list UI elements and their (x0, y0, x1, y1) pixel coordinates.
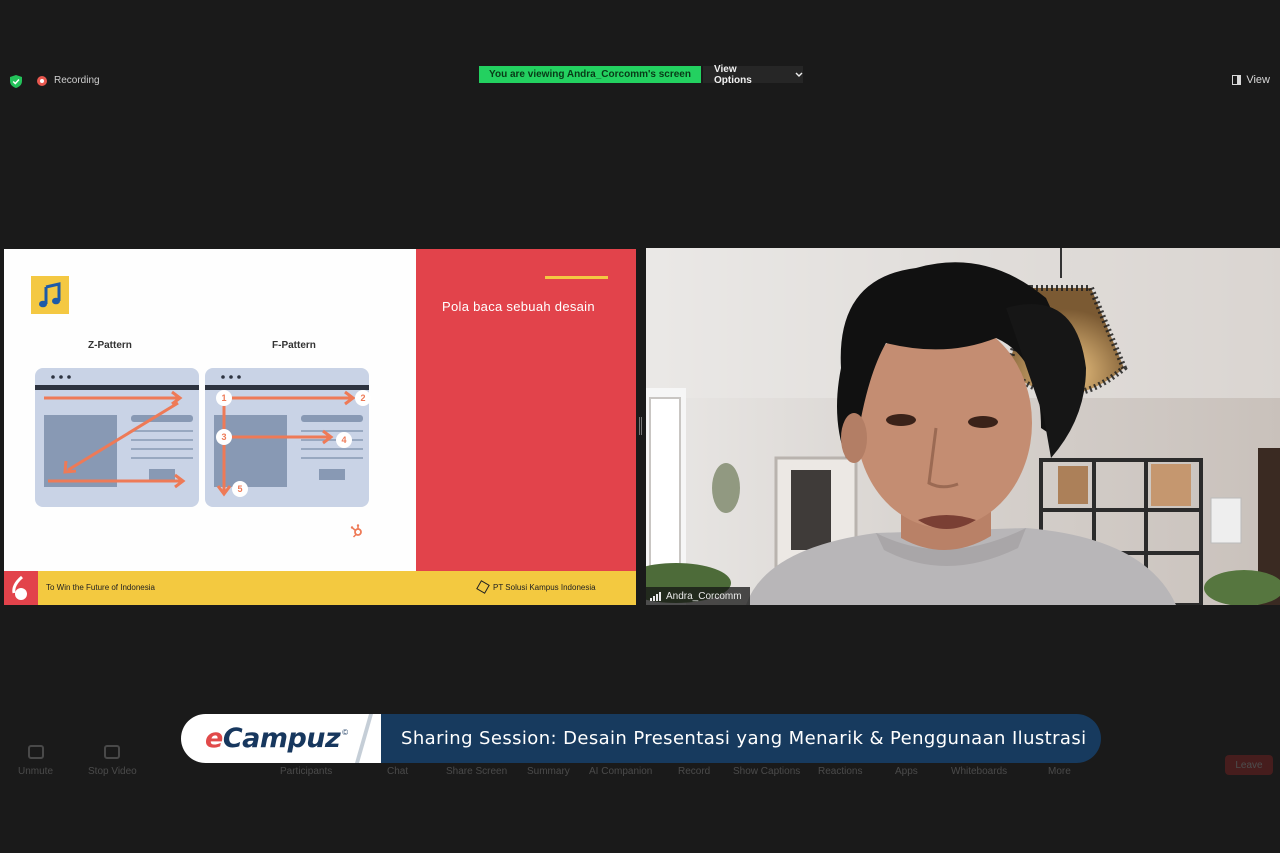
participants-label: Participants (280, 766, 333, 777)
view-label: View (1246, 74, 1270, 86)
recording-indicator[interactable]: Recording (37, 75, 100, 86)
stop-video-label: Stop Video (88, 766, 137, 777)
slide-panel-title: Pola baca sebuah desain (442, 299, 595, 314)
view-options-label: View Options (714, 63, 752, 86)
f-step-1: 1 (221, 393, 226, 403)
whiteboards-label: Whiteboards (951, 766, 1008, 777)
footer-tagline: To Win the Future of Indonesia (46, 583, 155, 592)
signal-bars-icon (650, 591, 661, 601)
view-options-button[interactable]: View Options (703, 63, 803, 86)
banner-title-bar: Sharing Session: Desain Presentasi yang … (361, 714, 1101, 763)
z-window-titlebar (35, 385, 199, 390)
z-image-block (44, 415, 117, 487)
shared-screen-slide: Z-Pattern F-Pattern 1 2 3 4 5 Pola baca … (4, 249, 636, 605)
recording-label: Recording (54, 75, 100, 86)
reading-pattern-diagram: 1 2 3 4 5 (35, 368, 371, 507)
footer-company-name: PT Solusi Kampus Indonesia (493, 582, 596, 592)
slide-footer: To Win the Future of Indonesia PT Solusi… (4, 571, 636, 605)
ai-companion-label: AI Companion (589, 766, 653, 777)
session-title-banner: Sharing Session: Desain Presentasi yang … (181, 714, 1101, 763)
show-captions-label: Show Captions (733, 766, 801, 777)
security-shield-icon[interactable] (10, 75, 22, 88)
meeting-top-bar: Recording You are viewing Andra_Corcomm'… (0, 0, 1280, 100)
f-step-4: 4 (341, 435, 346, 445)
logo-wordmark: eCampuz (205, 723, 341, 754)
participant-name-tag: Andra_Corcomm (646, 587, 750, 605)
participant-video-frame (646, 248, 1280, 605)
share-screen-label: Share Screen (446, 766, 508, 777)
record-label: Record (678, 766, 711, 777)
f-step-5: 5 (237, 484, 242, 494)
record-dot-icon (37, 75, 47, 86)
microphone-icon (27, 745, 44, 759)
hubspot-sprocket-icon (350, 524, 362, 538)
leave-button[interactable]: Leave (1225, 755, 1273, 775)
video-camera-icon (104, 745, 121, 759)
banner-divider (349, 714, 379, 763)
logo-mark: © (342, 728, 349, 737)
reactions-label: Reactions (818, 766, 863, 777)
z-pattern-title: Z-Pattern (88, 340, 132, 351)
f-step-2: 2 (360, 393, 365, 403)
slide-accent-line (545, 276, 608, 279)
footer-logo-icon (4, 571, 38, 605)
view-layout-icon (1232, 75, 1242, 85)
footer-company: PT Solusi Kampus Indonesia (476, 580, 596, 594)
f-step-3: 3 (221, 432, 226, 442)
viewing-screen-banner: You are viewing Andra_Corcomm's screen (479, 66, 701, 83)
chevron-down-icon (795, 72, 803, 77)
company-cube-icon (476, 580, 490, 594)
stop-video-button[interactable]: Stop Video (88, 745, 137, 777)
f-window-titlebar (205, 385, 369, 390)
more-label: More (1048, 766, 1071, 777)
view-button[interactable]: View (1232, 74, 1270, 86)
participant-name: Andra_Corcomm (666, 590, 742, 602)
unmute-label: Unmute (18, 766, 54, 777)
chat-label: Chat (387, 766, 409, 777)
apps-label: Apps (895, 766, 918, 777)
f-pattern-title: F-Pattern (272, 340, 316, 351)
split-resize-handle[interactable] (639, 417, 642, 435)
session-title: Sharing Session: Desain Presentasi yang … (401, 728, 1087, 749)
unmute-button[interactable]: Unmute (18, 745, 53, 777)
summary-label: Summary (527, 766, 570, 777)
music-note-icon (31, 276, 69, 314)
participant-video[interactable]: Andra_Corcomm (646, 248, 1280, 605)
slide-red-panel (416, 249, 636, 571)
